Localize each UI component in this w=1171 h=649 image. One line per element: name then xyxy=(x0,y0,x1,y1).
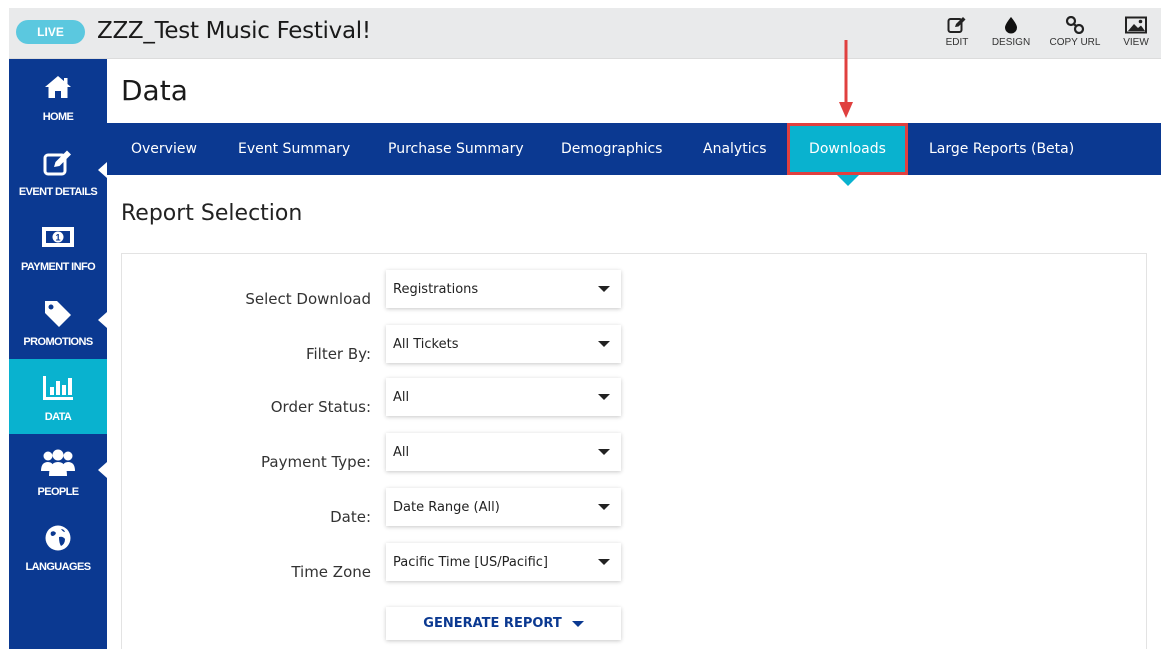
sidebar-item-label: PAYMENT INFO xyxy=(20,261,96,273)
money-icon: 1 xyxy=(42,227,74,247)
edit-icon xyxy=(43,150,71,176)
copy-url-label: COPY URL xyxy=(1049,37,1101,48)
sidebar-item-label: HOME xyxy=(42,111,74,123)
order-status-label: Order Status: xyxy=(270,398,371,416)
select-download-dropdown[interactable]: Registrations xyxy=(386,270,621,308)
edit-button[interactable]: EDIT xyxy=(944,16,970,48)
caret-down-icon xyxy=(571,620,584,627)
filter-by-value: All Tickets xyxy=(393,337,459,352)
tab-large-reports[interactable]: Large Reports (Beta) xyxy=(929,123,1074,175)
tab-demographics[interactable]: Demographics xyxy=(561,123,662,175)
tab-purchase-summary[interactable]: Purchase Summary xyxy=(388,123,524,175)
report-form-panel: Select Download Registrations Filter By:… xyxy=(121,253,1147,649)
order-status-value: All xyxy=(393,390,410,405)
select-download-label: Select Download xyxy=(245,290,371,308)
submenu-notch xyxy=(98,162,107,178)
caret-down-icon xyxy=(598,559,610,565)
sidebar-item-home[interactable]: HOME xyxy=(9,59,107,134)
date-dropdown[interactable]: Date Range (All) xyxy=(386,488,621,526)
section-title: Report Selection xyxy=(121,201,303,226)
app-frame: LIVE ZZZ_Test Music Festival! EDIT DESIG… xyxy=(9,8,1161,649)
payment-type-value: All xyxy=(393,445,410,460)
tab-overview[interactable]: Overview xyxy=(131,123,197,175)
image-icon xyxy=(1125,16,1147,34)
active-tab-pointer xyxy=(837,175,859,186)
filter-by-dropdown[interactable]: All Tickets xyxy=(386,325,621,363)
generate-report-button[interactable]: GENERATE REPORT xyxy=(386,607,621,640)
submenu-notch xyxy=(98,312,107,328)
sidebar-item-data[interactable]: DATA xyxy=(9,359,107,434)
top-bar: LIVE ZZZ_Test Music Festival! EDIT DESIG… xyxy=(9,8,1161,59)
sidebar-item-languages[interactable]: LANGUAGES xyxy=(9,509,107,584)
tag-icon xyxy=(45,301,71,327)
copy-url-button[interactable]: COPY URL xyxy=(1047,16,1103,48)
link-icon xyxy=(1065,16,1085,34)
sidebar-item-event-details[interactable]: EVENT DETAILS xyxy=(9,134,107,209)
edit-label: EDIT xyxy=(945,37,969,48)
caret-down-icon xyxy=(598,286,610,292)
view-label: VIEW xyxy=(1123,37,1149,48)
time-zone-label: Time Zone xyxy=(291,563,371,581)
design-label: DESIGN xyxy=(991,37,1031,48)
edit-icon xyxy=(947,17,966,33)
sidebar-item-label: EVENT DETAILS xyxy=(18,186,98,198)
tab-downloads[interactable]: Downloads xyxy=(787,123,908,175)
live-badge: LIVE xyxy=(16,20,85,44)
filter-by-label: Filter By: xyxy=(305,345,371,363)
sidebar-item-people[interactable]: PEOPLE xyxy=(9,434,107,509)
sidebar-item-label: PEOPLE xyxy=(37,486,79,498)
tab-analytics[interactable]: Analytics xyxy=(703,123,767,175)
people-icon xyxy=(41,449,75,476)
tab-bar: Overview Event Summary Purchase Summary … xyxy=(107,123,1161,175)
event-title: ZZZ_Test Music Festival! xyxy=(97,18,371,44)
time-zone-dropdown[interactable]: Pacific Time [US/Pacific] xyxy=(386,543,621,581)
caret-down-icon xyxy=(598,394,610,400)
bar-chart-icon xyxy=(43,376,73,400)
sidebar-item-label: LANGUAGES xyxy=(25,561,91,573)
payment-type-dropdown[interactable]: All xyxy=(386,433,621,471)
select-download-value: Registrations xyxy=(393,282,479,297)
date-label: Date: xyxy=(330,508,371,526)
design-button[interactable]: DESIGN xyxy=(990,16,1032,48)
tab-event-summary[interactable]: Event Summary xyxy=(238,123,350,175)
svg-text:1: 1 xyxy=(55,233,60,243)
annotation-arrow xyxy=(839,40,853,118)
payment-type-label: Payment Type: xyxy=(261,453,371,471)
sidebar-item-label: PROMOTIONS xyxy=(23,336,93,348)
date-value: Date Range (All) xyxy=(393,500,500,515)
view-button[interactable]: VIEW xyxy=(1121,16,1151,48)
caret-down-icon xyxy=(598,504,610,510)
submenu-notch xyxy=(98,462,107,478)
design-icon xyxy=(1005,17,1017,34)
order-status-dropdown[interactable]: All xyxy=(386,378,621,416)
sidebar-item-promotions[interactable]: PROMOTIONS xyxy=(9,284,107,359)
globe-icon xyxy=(45,525,71,551)
sidebar-item-label: DATA xyxy=(44,411,72,423)
caret-down-icon xyxy=(598,341,610,347)
sidebar: HOME EVENT DETAILS 1 PAYMENT INFO PROMOT… xyxy=(9,59,107,649)
time-zone-value: Pacific Time [US/Pacific] xyxy=(393,555,549,570)
page-title: Data xyxy=(121,74,188,107)
home-icon xyxy=(45,76,71,98)
sidebar-item-payment-info[interactable]: 1 PAYMENT INFO xyxy=(9,209,107,284)
caret-down-icon xyxy=(598,449,610,455)
generate-report-label: GENERATE REPORT xyxy=(423,616,562,631)
